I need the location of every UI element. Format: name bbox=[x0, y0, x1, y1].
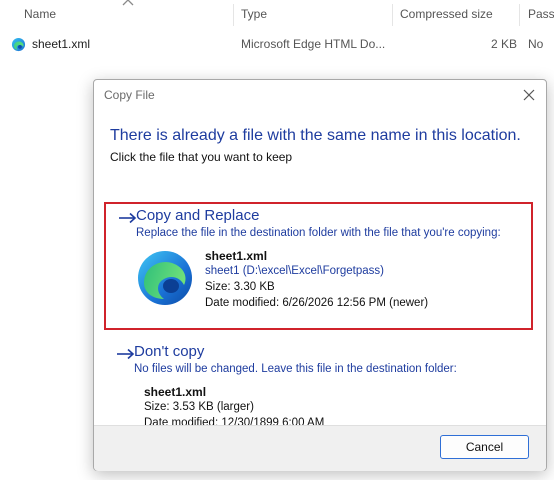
arrow-right-icon bbox=[117, 348, 135, 360]
dialog-body: There is already a file with the same na… bbox=[94, 110, 546, 429]
column-name[interactable]: Name bbox=[24, 0, 234, 28]
file-password: No bbox=[528, 37, 544, 51]
option-title: Copy and Replace bbox=[136, 207, 260, 224]
destination-file-size: Size: 3.53 KB (larger) bbox=[144, 401, 254, 413]
source-file-path: sheet1 (D:\excel\Excel\Forgetpass) bbox=[205, 265, 384, 277]
dialog-heading: There is already a file with the same na… bbox=[110, 127, 521, 144]
edge-icon bbox=[11, 37, 26, 52]
column-divider[interactable] bbox=[392, 4, 393, 26]
column-divider[interactable] bbox=[233, 4, 234, 26]
file-compressed-size: 2 KB bbox=[491, 37, 518, 51]
destination-file-name: sheet1.xml bbox=[144, 385, 207, 399]
copy-and-replace-option[interactable]: Copy and Replace Replace the file in the… bbox=[104, 202, 533, 330]
arrow-right-icon bbox=[119, 212, 137, 224]
file-name: sheet1.xml bbox=[32, 37, 91, 51]
column-divider[interactable] bbox=[519, 4, 520, 26]
copy-file-dialog: Copy File There is already a file with t… bbox=[93, 79, 547, 471]
edge-icon bbox=[138, 251, 192, 305]
column-type[interactable]: Type bbox=[241, 0, 391, 28]
dont-copy-option[interactable]: Don't copy No files will be changed. Lea… bbox=[104, 340, 529, 429]
dialog-titlebar[interactable]: Copy File bbox=[94, 80, 546, 110]
dialog-title: Copy File bbox=[104, 88, 155, 102]
dialog-instruction: Click the file that you want to keep bbox=[110, 150, 293, 164]
column-compressed-size[interactable]: Compressed size bbox=[400, 0, 518, 28]
file-row[interactable]: sheet1.xml Microsoft Edge HTML Do... 2 K… bbox=[0, 32, 554, 56]
source-file-name: sheet1.xml bbox=[205, 249, 268, 263]
file-type: Microsoft Edge HTML Do... bbox=[241, 37, 386, 51]
source-file-date: Date modified: 6/26/2026 12:56 PM (newer… bbox=[205, 297, 429, 309]
source-file-size: Size: 3.30 KB bbox=[205, 281, 275, 293]
close-icon[interactable] bbox=[520, 86, 538, 104]
cancel-button[interactable]: Cancel bbox=[440, 435, 529, 459]
option-title: Don't copy bbox=[134, 343, 205, 360]
dialog-footer: Cancel bbox=[94, 425, 546, 471]
option-description: Replace the file in the destination fold… bbox=[136, 227, 501, 239]
option-description: No files will be changed. Leave this fil… bbox=[134, 363, 457, 375]
column-header-bar: Name Type Compressed size Passw bbox=[0, 0, 554, 28]
column-password[interactable]: Passw bbox=[528, 0, 554, 28]
